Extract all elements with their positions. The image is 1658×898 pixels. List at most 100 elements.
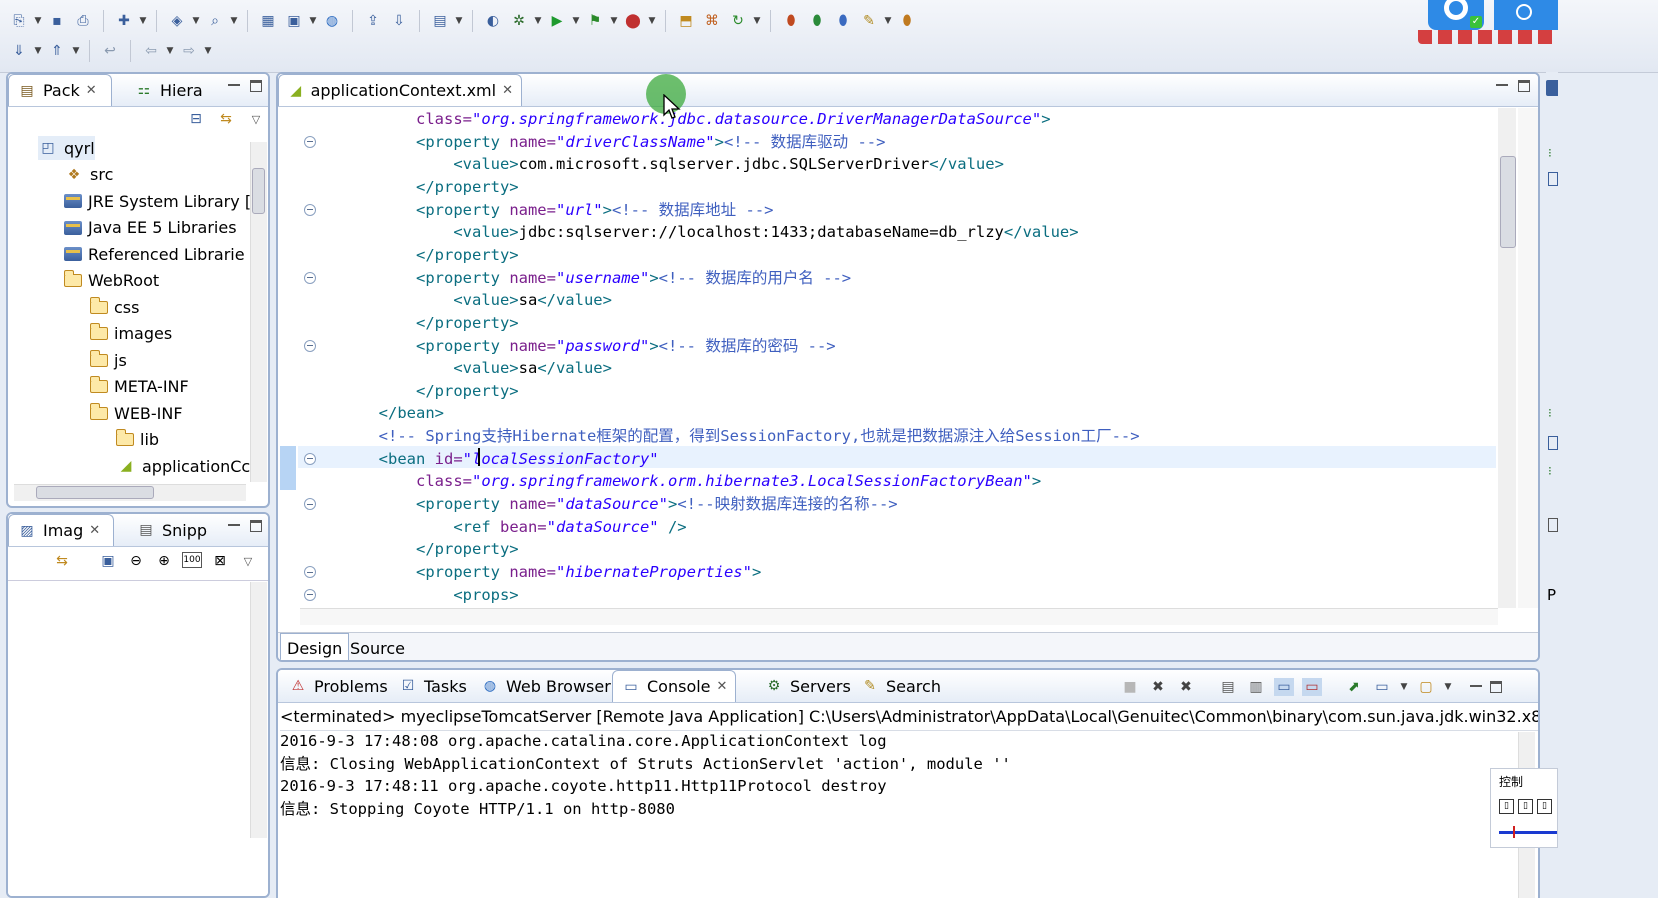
pen-icon[interactable]: ✎ (858, 10, 880, 32)
fold-toggle-icon[interactable] (304, 452, 316, 465)
code-line[interactable]: class="org.springframework.jdbc.datasour… (360, 108, 1051, 130)
maximize-icon[interactable] (1518, 80, 1530, 92)
db-icon-2[interactable]: ⬮ (806, 10, 828, 32)
code-line[interactable]: <property name="hibernateProperties"> (360, 561, 761, 583)
chevron-down-icon[interactable]: ▼ (72, 40, 80, 62)
run-server-icon[interactable]: ◐ (482, 10, 504, 32)
code-line[interactable]: <property name="url"><!-- 数据库地址 --> (360, 199, 774, 221)
chevron-down-icon[interactable]: ▼ (534, 10, 542, 32)
refresh-icon[interactable]: ↻ (727, 10, 749, 32)
minimize-icon[interactable] (1496, 80, 1508, 92)
minimize-icon[interactable] (228, 80, 240, 92)
trim-icon-node-2[interactable]: ⁝ (1548, 406, 1558, 420)
tree-item[interactable]: lib (115, 428, 159, 452)
search-icon[interactable]: ⌕ (204, 10, 226, 32)
code-line[interactable]: <property name="driverClassName"><!-- 数据… (360, 131, 885, 153)
code-line[interactable]: <value>sa</value> (360, 289, 612, 311)
chevron-down-icon[interactable]: ▼ (166, 40, 174, 62)
clear-console-icon[interactable]: ▤ (1218, 678, 1238, 696)
close-icon[interactable]: ✕ (89, 523, 100, 538)
save-icon[interactable]: ▪ (46, 10, 68, 32)
overlay-timer-icon[interactable] (1494, 0, 1558, 30)
debug-icon[interactable]: ✲ (508, 10, 530, 32)
code-line[interactable]: </property> (360, 312, 519, 334)
tab-image-viewer[interactable]: ▨ Imag ✕ (8, 514, 114, 546)
trim-icon-element[interactable] (1548, 172, 1558, 186)
actual-size-icon[interactable]: 100 (182, 552, 202, 568)
tree-item[interactable]: WEB-INF (89, 401, 183, 425)
fold-toggle-icon[interactable] (304, 135, 316, 148)
chevron-down-icon[interactable]: ▼ (884, 10, 892, 32)
view-menu-icon[interactable]: ▽ (238, 552, 258, 570)
chevron-down-icon[interactable]: ▼ (34, 40, 42, 62)
fit-window-icon[interactable]: ⊠ (210, 552, 230, 570)
run-icon[interactable]: ▶ (546, 10, 568, 32)
code-line[interactable]: <!-- Spring支持Hibernate框架的配置，得到SessionFac… (360, 425, 1140, 447)
print-icon[interactable]: ⎙ (72, 10, 94, 32)
undeploy-icon[interactable]: ⇩ (388, 10, 410, 32)
db-icon[interactable]: ⬮ (780, 10, 802, 32)
fold-toggle-icon[interactable] (304, 588, 316, 601)
code-line[interactable]: </bean> (360, 402, 444, 424)
prev-annotation-icon[interactable]: ⇑ (46, 40, 68, 62)
image-vertical-scrollbar[interactable] (250, 582, 267, 838)
code-line[interactable]: <property name="password"><!-- 数据库的密码 --… (360, 335, 836, 357)
component-icon[interactable]: ⌘ (701, 10, 723, 32)
tree-item[interactable]: Referenced Librarie (64, 242, 245, 266)
tab-problems[interactable]: ⚠ Problems (280, 670, 396, 702)
control-button-2[interactable]: ▯ (1518, 799, 1533, 814)
stop-icon[interactable]: ⬤ (622, 10, 644, 32)
tree-vertical-scrollbar[interactable] (250, 142, 267, 482)
trim-icon-element-2[interactable] (1548, 436, 1558, 450)
close-icon[interactable]: ✕ (502, 83, 513, 98)
code-line[interactable]: <props> (360, 584, 518, 606)
show-stderr-icon[interactable]: ▭ (1302, 678, 1322, 696)
maximize-icon[interactable] (250, 80, 262, 92)
trim-icon-node[interactable]: ⁝ (1548, 146, 1558, 160)
code-line[interactable]: <ref bean="dataSource" /> (360, 516, 686, 538)
chevron-down-icon[interactable]: ▼ (34, 10, 42, 32)
code-line[interactable]: <bean id="localSessionFactory" (360, 448, 659, 470)
remove-launch-icon[interactable]: ✖ (1148, 678, 1168, 696)
fold-toggle-icon[interactable] (304, 339, 316, 352)
chevron-down-icon[interactable]: ▼ (753, 10, 761, 32)
code-line[interactable]: </property> (360, 538, 519, 560)
overlay-app-icon[interactable]: ✓ (1428, 0, 1484, 30)
db-icon-3[interactable]: ⬮ (832, 10, 854, 32)
tree-horizontal-scrollbar[interactable] (14, 484, 246, 501)
scroll-lock-icon[interactable]: ▥ (1246, 678, 1266, 696)
terminate-icon[interactable]: ■ (1120, 678, 1140, 696)
code-line[interactable]: <property name="username"><!-- 数据库的用户名 -… (360, 267, 851, 289)
minimize-icon[interactable] (1470, 681, 1482, 693)
editor-scroll-thumb[interactable] (1500, 156, 1516, 248)
zoom-in-icon[interactable]: ⊕ (154, 552, 174, 570)
tree-item[interactable]: WebRoot (63, 269, 159, 293)
add-server-icon[interactable]: ▤ (429, 10, 451, 32)
new-java-class-icon[interactable]: ✚ (113, 10, 135, 32)
pin-console-icon[interactable]: ⬈ (1344, 678, 1364, 696)
code-line[interactable]: <value>sa</value> (360, 357, 612, 379)
new-wizard-icon[interactable]: ⎘ (8, 10, 30, 32)
tree-item[interactable]: ◢ applicationCc (116, 454, 251, 478)
tree-item[interactable]: Java EE 5 Libraries (64, 216, 237, 240)
chevron-down-icon[interactable]: ▼ (648, 10, 656, 32)
floating-control-widget[interactable]: 控制 ▯ ▯ ▯ (1490, 768, 1558, 848)
minimize-icon[interactable] (228, 520, 240, 532)
close-icon[interactable]: ✕ (86, 83, 97, 98)
chevron-down-icon[interactable]: ▼ (1444, 676, 1452, 698)
close-icon[interactable]: ✕ (717, 679, 728, 694)
tree-item[interactable]: JRE System Library [ (64, 189, 251, 213)
control-slider[interactable] (1499, 826, 1557, 838)
tree-item[interactable]: images (89, 322, 172, 346)
fold-toggle-icon[interactable] (304, 203, 316, 216)
chevron-down-icon[interactable]: ▼ (192, 10, 200, 32)
trim-icon-top[interactable] (1546, 80, 1558, 96)
control-button-3[interactable]: ▯ (1537, 799, 1552, 814)
run-external-icon[interactable]: ⚑ (584, 10, 606, 32)
remove-all-icon[interactable]: ✖ (1176, 678, 1196, 696)
collapse-all-icon[interactable]: ⊟ (186, 110, 206, 128)
tab-hierarchy[interactable]: ⚏ Hiera (126, 74, 226, 106)
code-line[interactable]: </property> (360, 176, 519, 198)
tab-tasks[interactable]: ☑ Tasks (390, 670, 475, 702)
code-line[interactable]: <property name="dataSource"><!--映射数据库连接的… (360, 493, 898, 515)
